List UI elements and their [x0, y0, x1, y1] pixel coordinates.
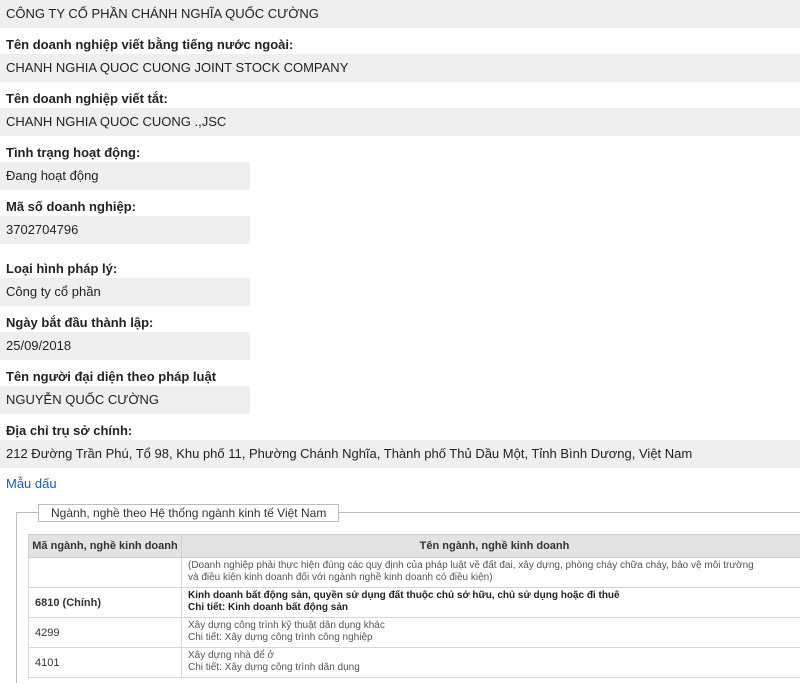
industry-name: Kinh doanh bất động sản, quyền sử dụng đ… [182, 588, 800, 618]
industry-code [29, 558, 182, 588]
industries-table: Mã ngành, nghề kinh doanh Tên ngành, ngh… [28, 534, 800, 678]
industry-code: 4101 [29, 648, 182, 678]
industry-line: Chi tiết: Kinh doanh bất động sản [188, 602, 800, 614]
foreign-name-value: CHANH NGHIA QUOC CUONG JOINT STOCK COMPA… [0, 54, 800, 82]
address-label: Địa chỉ trụ sở chính: [6, 423, 132, 438]
industry-name: Xây dựng công trình kỹ thuật dân dụng kh… [182, 618, 800, 648]
table-row: 4101 Xây dựng nhà để ở Chi tiết: Xây dựn… [29, 648, 800, 678]
industry-code: 4299 [29, 618, 182, 648]
industry-line: Chi tiết: Xây dựng công trình công nghiệ… [188, 632, 800, 644]
short-name-label: Tên doanh nghiệp viết tắt: [6, 91, 168, 106]
industry-code: 6810 (Chính) [29, 588, 182, 618]
industry-line: Xây dựng công trình kỹ thuật dân dụng kh… [188, 620, 800, 632]
industry-name: Xây dựng nhà để ở Chi tiết: Xây dựng côn… [182, 648, 800, 678]
industry-name: (Doanh nghiệp phải thực hiện đúng các qu… [182, 558, 800, 588]
status-label: Tình trạng hoạt động: [6, 145, 140, 160]
company-name: CÔNG TY CỔ PHẦN CHÁNH NGHĨA QUỐC CƯỜNG [0, 0, 800, 28]
address-value: 212 Đường Trần Phú, Tổ 98, Khu phố 11, P… [0, 440, 800, 468]
industry-line: và điều kiện kinh doanh đối với ngành ng… [188, 572, 800, 584]
legal-type-value: Công ty cổ phần [0, 278, 250, 306]
industry-line: Kinh doanh bất động sản, quyền sử dụng đ… [188, 590, 800, 602]
founded-date-value: 25/09/2018 [0, 332, 250, 360]
short-name-value: CHANH NGHIA QUOC CUONG .,JSC [0, 108, 800, 136]
representative-value: NGUYỄN QUỐC CƯỜNG [0, 386, 250, 414]
table-header-row: Mã ngành, nghề kinh doanh Tên ngành, ngh… [29, 535, 800, 558]
status-value: Đang hoạt động [0, 162, 250, 190]
header-name: Tên ngành, nghề kinh doanh [182, 535, 800, 558]
table-row: 4299 Xây dựng công trình kỹ thuật dân dụ… [29, 618, 800, 648]
tax-code-label: Mã số doanh nghiệp: [6, 199, 136, 214]
founded-date-label: Ngày bắt đầu thành lập: [6, 315, 153, 330]
company-info-page: CÔNG TY CỔ PHẦN CHÁNH NGHĨA QUỐC CƯỜNG T… [0, 0, 800, 670]
industries-legend: Ngành, nghề theo Hệ thống ngành kinh tế … [38, 504, 339, 522]
foreign-name-label: Tên doanh nghiệp viết bằng tiếng nước ng… [6, 37, 293, 52]
seal-sample-link[interactable]: Mẫu dấu [6, 476, 57, 491]
industry-line: (Doanh nghiệp phải thực hiện đúng các qu… [188, 560, 800, 572]
table-row: (Doanh nghiệp phải thực hiện đúng các qu… [29, 558, 800, 588]
industry-line: Xây dựng nhà để ở [188, 650, 800, 662]
header-code: Mã ngành, nghề kinh doanh [29, 535, 182, 558]
representative-label: Tên người đại diện theo pháp luật [6, 369, 216, 384]
legal-type-label: Loại hình pháp lý: [6, 261, 117, 276]
table-row: 6810 (Chính) Kinh doanh bất động sản, qu… [29, 588, 800, 618]
industry-line: Chi tiết: Xây dựng công trình dân dụng [188, 662, 800, 674]
tax-code-value: 3702704796 [0, 216, 250, 244]
